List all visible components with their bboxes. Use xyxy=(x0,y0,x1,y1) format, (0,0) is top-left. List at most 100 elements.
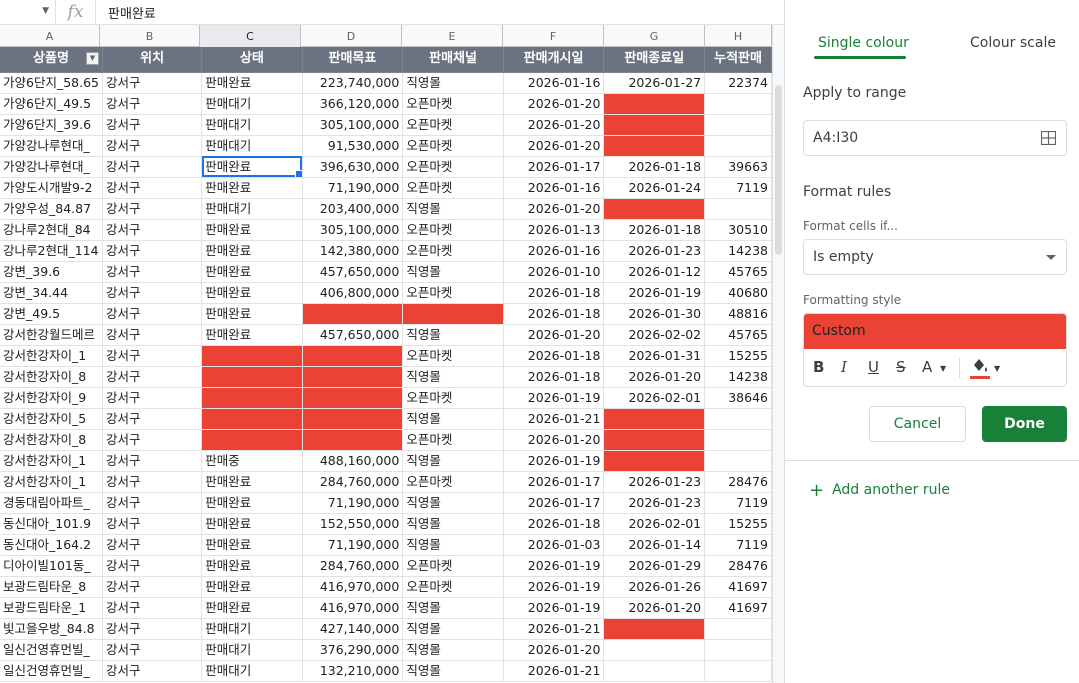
table-cell[interactable]: 2026-01-18 xyxy=(503,366,605,388)
table-cell[interactable]: 판매대기 xyxy=(201,660,303,682)
table-cell[interactable]: 39663 xyxy=(704,156,772,178)
header-cell[interactable]: 판매채널 xyxy=(402,47,504,73)
add-another-rule-button[interactable]: + Add another rule xyxy=(809,480,950,501)
table-cell[interactable]: 7119 xyxy=(704,534,772,556)
table-cell[interactable]: 2026-01-19 xyxy=(503,555,605,577)
table-cell[interactable]: 판매중 xyxy=(201,450,303,472)
table-cell[interactable]: 488,160,000 xyxy=(302,450,404,472)
table-cell[interactable]: 2026-01-14 xyxy=(603,534,706,556)
table-cell[interactable]: 직영몰 xyxy=(402,492,504,514)
scrollbar-thumb[interactable] xyxy=(775,85,782,255)
table-cell[interactable]: 강서구 xyxy=(102,345,203,367)
table-cell[interactable]: 판매대기 xyxy=(201,114,303,136)
table-cell[interactable]: 2026-01-20 xyxy=(503,93,605,115)
table-cell[interactable]: 일신건영휴먼빌_ xyxy=(0,660,103,682)
table-cell[interactable] xyxy=(704,450,772,472)
table-cell[interactable]: 판매완료 xyxy=(201,177,303,199)
table-cell[interactable]: 284,760,000 xyxy=(302,471,404,493)
table-cell[interactable]: 강서구 xyxy=(102,471,203,493)
table-cell[interactable] xyxy=(603,93,706,115)
table-cell[interactable]: 가양도시개발9-2 xyxy=(0,177,103,199)
table-cell[interactable] xyxy=(603,198,706,220)
table-cell[interactable]: 직영몰 xyxy=(402,72,504,94)
table-cell[interactable]: 2026-01-19 xyxy=(603,282,706,304)
table-cell[interactable]: 2026-01-20 xyxy=(503,114,605,136)
table-cell[interactable]: 판매완료 xyxy=(201,219,303,241)
table-cell[interactable]: 2026-01-12 xyxy=(603,261,706,283)
table-cell[interactable]: 동신대아_164.2 xyxy=(0,534,103,556)
condition-dropdown[interactable]: Is empty xyxy=(803,239,1067,275)
table-cell[interactable]: 오픈마켓 xyxy=(402,555,504,577)
table-cell[interactable]: 판매대기 xyxy=(201,618,303,640)
table-cell[interactable] xyxy=(402,303,504,325)
chevron-down-icon[interactable]: ▼ xyxy=(994,359,1000,379)
table-cell[interactable]: 강서구 xyxy=(102,618,203,640)
table-cell[interactable]: 강서한강자이_8 xyxy=(0,366,103,388)
table-cell[interactable] xyxy=(302,408,404,430)
range-input[interactable]: A4:I30 xyxy=(803,120,1067,156)
table-cell[interactable]: 416,970,000 xyxy=(302,597,404,619)
table-cell[interactable]: 305,100,000 xyxy=(302,114,404,136)
style-preview-dropdown[interactable]: Custom xyxy=(804,314,1066,349)
table-cell[interactable]: 강서구 xyxy=(102,366,203,388)
table-cell[interactable]: 2026-01-18 xyxy=(503,282,605,304)
table-cell[interactable]: 강서구 xyxy=(102,93,203,115)
table-cell[interactable] xyxy=(704,198,772,220)
table-cell[interactable]: 강서한강자이_9 xyxy=(0,387,103,409)
table-cell[interactable]: 강서구 xyxy=(102,387,203,409)
table-cell[interactable] xyxy=(603,618,706,640)
table-cell[interactable]: 오픈마켓 xyxy=(402,282,504,304)
table-cell[interactable]: 판매완료 xyxy=(201,240,303,262)
table-cell[interactable]: 강서한강자이_8 xyxy=(0,429,103,451)
table-cell[interactable]: 판매대기 xyxy=(201,198,303,220)
table-cell[interactable]: 오픈마켓 xyxy=(402,576,504,598)
table-cell[interactable] xyxy=(704,135,772,157)
cancel-button[interactable]: Cancel xyxy=(869,406,966,442)
table-cell[interactable]: 22374 xyxy=(704,72,772,94)
table-cell[interactable]: 2026-01-18 xyxy=(503,513,605,535)
table-cell[interactable]: 14238 xyxy=(704,240,772,262)
table-cell[interactable]: 457,650,000 xyxy=(302,261,404,283)
table-cell[interactable]: 오픈마켓 xyxy=(402,93,504,115)
table-cell[interactable]: 396,630,000 xyxy=(302,156,404,178)
table-cell[interactable]: 판매대기 xyxy=(201,93,303,115)
table-cell[interactable]: 강서구 xyxy=(102,219,203,241)
table-cell[interactable]: 강서구 xyxy=(102,555,203,577)
table-cell[interactable]: 2026-01-18 xyxy=(603,156,706,178)
table-cell[interactable] xyxy=(603,450,706,472)
table-cell[interactable]: 강서구 xyxy=(102,324,203,346)
table-cell[interactable]: 판매대기 xyxy=(201,135,303,157)
table-cell[interactable] xyxy=(302,366,404,388)
table-cell[interactable] xyxy=(302,429,404,451)
table-cell[interactable]: 38646 xyxy=(704,387,772,409)
table-cell[interactable]: 2026-02-01 xyxy=(603,387,706,409)
table-cell[interactable]: 오픈마켓 xyxy=(402,240,504,262)
column-letter-d[interactable]: D xyxy=(301,25,402,47)
table-cell[interactable]: 판매완료 xyxy=(201,555,303,577)
table-cell[interactable]: 판매완료 xyxy=(201,471,303,493)
table-cell[interactable]: 강서구 xyxy=(102,114,203,136)
header-cell[interactable]: 판매개시일 xyxy=(503,47,605,73)
table-cell[interactable]: 376,290,000 xyxy=(302,639,404,661)
table-cell[interactable] xyxy=(603,408,706,430)
table-cell[interactable]: 2026-01-31 xyxy=(603,345,706,367)
table-cell[interactable]: 2026-01-20 xyxy=(503,429,605,451)
table-cell[interactable]: 2026-01-20 xyxy=(503,135,605,157)
chevron-down-icon[interactable]: ▼ xyxy=(42,6,49,16)
table-cell[interactable] xyxy=(603,114,706,136)
table-cell[interactable]: 동신대아_101.9 xyxy=(0,513,103,535)
table-cell[interactable] xyxy=(201,408,303,430)
table-cell[interactable]: 142,380,000 xyxy=(302,240,404,262)
table-cell[interactable]: 2026-01-21 xyxy=(503,660,605,682)
table-cell[interactable]: 2026-01-16 xyxy=(503,240,605,262)
table-cell[interactable]: 강서구 xyxy=(102,639,203,661)
tab-colour-scale[interactable]: Colour scale xyxy=(970,35,1056,51)
table-cell[interactable]: 2026-01-19 xyxy=(503,597,605,619)
table-cell[interactable]: 2026-02-02 xyxy=(603,324,706,346)
table-cell[interactable]: 강서구 xyxy=(102,429,203,451)
table-cell[interactable]: 강서구 xyxy=(102,576,203,598)
table-cell[interactable]: 판매완료 xyxy=(201,282,303,304)
table-cell[interactable] xyxy=(704,114,772,136)
table-cell[interactable]: 강서구 xyxy=(102,282,203,304)
table-cell[interactable]: 406,800,000 xyxy=(302,282,404,304)
